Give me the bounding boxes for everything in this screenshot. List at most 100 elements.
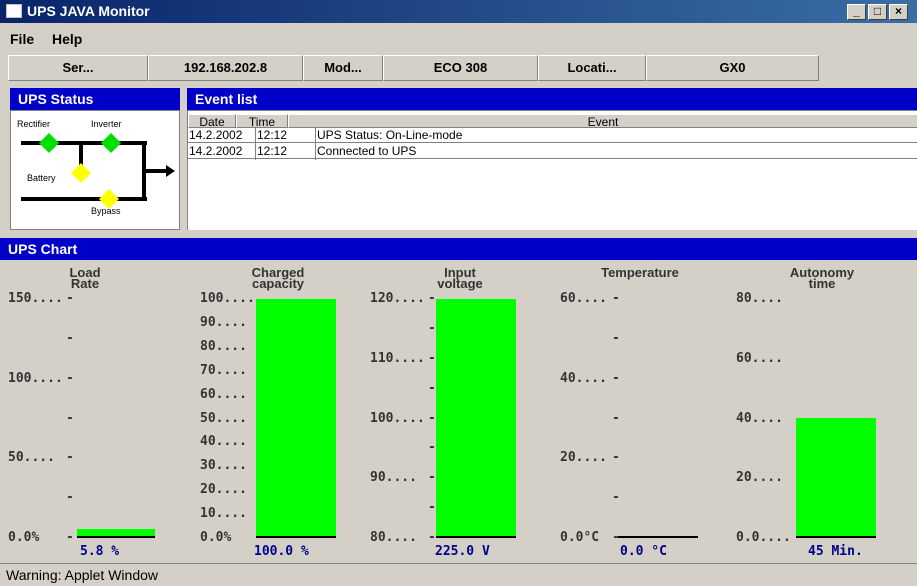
bypass-label: Bypass (91, 206, 121, 216)
chart-tick-mark: - (428, 320, 436, 336)
chart-tick-label: 50.... (200, 410, 247, 426)
chart-tick-label: 20.... (200, 482, 247, 498)
location-label: Locati... (538, 55, 646, 81)
chart-tick-mark: - (428, 410, 436, 426)
chart-tick-label: 150.... (8, 291, 63, 306)
maximize-button[interactable]: □ (868, 4, 887, 20)
rectifier-indicator-icon (39, 133, 59, 153)
chart-tick-mark: - (428, 470, 436, 486)
chart-tick-mark: - (66, 450, 74, 466)
menu-file[interactable]: File (10, 31, 34, 47)
ups-status-diagram: Rectifier Inverter Battery Bypass (10, 110, 180, 230)
time-column-header[interactable]: Time (236, 114, 288, 129)
chart-tick-label: 40.... (736, 410, 783, 426)
chart-bar (618, 536, 698, 538)
chart-tick-mark: - (66, 490, 74, 506)
chart-title: Autonomy time (789, 265, 855, 291)
model-label: Mod... (303, 55, 383, 81)
event-column-header[interactable]: Event (288, 114, 917, 129)
chart-tick-label: 60.... (200, 386, 247, 402)
chart-tick-mark: - (612, 291, 620, 306)
chart-tick-label: 80.... (200, 338, 247, 354)
chart-value-label: 5.8 % (80, 544, 120, 559)
chart-tick-label: 10.... (200, 506, 247, 522)
ups-chart: Load Rate 150.... - -100.... - -50.... - -0.0% -5… (0, 262, 917, 562)
chart-tick-label: 50.... (8, 450, 55, 466)
chart-bar (256, 299, 336, 538)
chart-bar (77, 529, 155, 538)
chart-tick-label: 20.... (736, 470, 783, 486)
output-arrow-icon (166, 165, 175, 177)
chart-title: Input voltage (437, 265, 483, 291)
column-divider (315, 128, 316, 160)
chart-tick-mark: - (66, 530, 74, 545)
rectifier-label: Rectifier (17, 119, 50, 129)
menu-bar: File Help (0, 23, 917, 51)
chart-tick-label: 20.... (560, 450, 607, 466)
app-window-icon (6, 4, 22, 18)
chart-tick-label: 0.0% (8, 530, 40, 545)
chart-tick-label: 60.... (736, 350, 783, 366)
chart-bar (796, 418, 876, 538)
chart-tick-label: 110.... (370, 350, 425, 366)
minimize-button[interactable]: _ (847, 4, 866, 20)
window-title: UPS JAVA Monitor (27, 3, 150, 19)
chart-tick-mark: - (428, 380, 436, 396)
ups-chart-header: UPS Chart (0, 238, 917, 260)
chart-tick-mark: - (66, 370, 74, 386)
event-date: 14.2.2002 (189, 128, 243, 142)
menu-help[interactable]: Help (52, 31, 82, 47)
event-list-table: Date Time Event 14.2.2002 12:12 UPS Stat… (187, 110, 917, 230)
date-column-header[interactable]: Date (188, 114, 236, 129)
window-title-bar[interactable]: UPS JAVA Monitor _ □ × (0, 0, 917, 23)
chart-tick-label: 80.... (370, 530, 417, 545)
chart-bar (436, 299, 516, 538)
location-value: GX0 (646, 55, 819, 81)
chart-tick-mark: - (428, 350, 436, 366)
chart-tick-mark: - (612, 450, 620, 466)
chart-tick-mark: - (428, 530, 436, 545)
chart-value-label: 225.0 V (435, 544, 490, 559)
close-button[interactable]: × (889, 4, 908, 20)
chart-tick-mark: - (428, 500, 436, 516)
chart-value-label: 45 Min. (808, 544, 863, 559)
event-time: 12:12 (257, 128, 288, 142)
chart-tick-label: 100.... (8, 370, 63, 386)
chart-tick-label: 100.... (200, 291, 255, 306)
chart-tick-label: 90.... (200, 314, 247, 330)
battery-indicator-icon (71, 163, 91, 183)
chart-tick-mark: - (428, 440, 436, 456)
chart-value-label: 0.0 °C (620, 544, 667, 559)
chart-tick-mark: - (612, 370, 620, 386)
ups-status-header: UPS Status (10, 88, 180, 110)
chart-title: Temperature (601, 265, 679, 280)
chart-tick-label: 80.... (736, 291, 783, 306)
table-row[interactable]: 14.2.2002 12:12 Connected to UPS (188, 144, 917, 159)
server-label: Ser... (8, 55, 148, 81)
connection-info-bar: Ser... 192.168.202.8 Mod... ECO 308 Loca… (8, 53, 917, 85)
chart-tick-label: 60.... (560, 291, 607, 306)
chart-tick-label: 0.0°C (560, 530, 600, 545)
chart-title: Charged capacity (251, 265, 305, 291)
inverter-label: Inverter (91, 119, 122, 129)
event-date: 14.2.2002 (189, 144, 243, 158)
table-row[interactable]: 14.2.2002 12:12 UPS Status: On-Line-mode (188, 128, 917, 143)
event-list-header: Event list (187, 88, 917, 110)
chart-tick-label: 40.... (560, 370, 607, 386)
inverter-indicator-icon (101, 133, 121, 153)
chart-tick-label: 0.0.... (736, 530, 791, 545)
chart-title: Load Rate (69, 265, 101, 291)
battery-label: Battery (27, 173, 56, 183)
chart-value-label: 100.0 % (254, 544, 309, 559)
event-text: UPS Status: On-Line-mode (317, 128, 463, 142)
chart-tick-label: 70.... (200, 362, 247, 378)
server-value: 192.168.202.8 (148, 55, 303, 81)
chart-tick-mark: - (66, 291, 74, 306)
chart-tick-mark: - (66, 410, 74, 426)
chart-tick-label: 40.... (200, 434, 247, 450)
chart-tick-mark: - (428, 291, 436, 306)
status-bar: Warning: Applet Window (0, 563, 917, 586)
power-flow-diagram: Rectifier Inverter Battery Bypass (17, 119, 175, 216)
column-divider (255, 128, 256, 160)
chart-tick-label: 90.... (370, 470, 417, 486)
